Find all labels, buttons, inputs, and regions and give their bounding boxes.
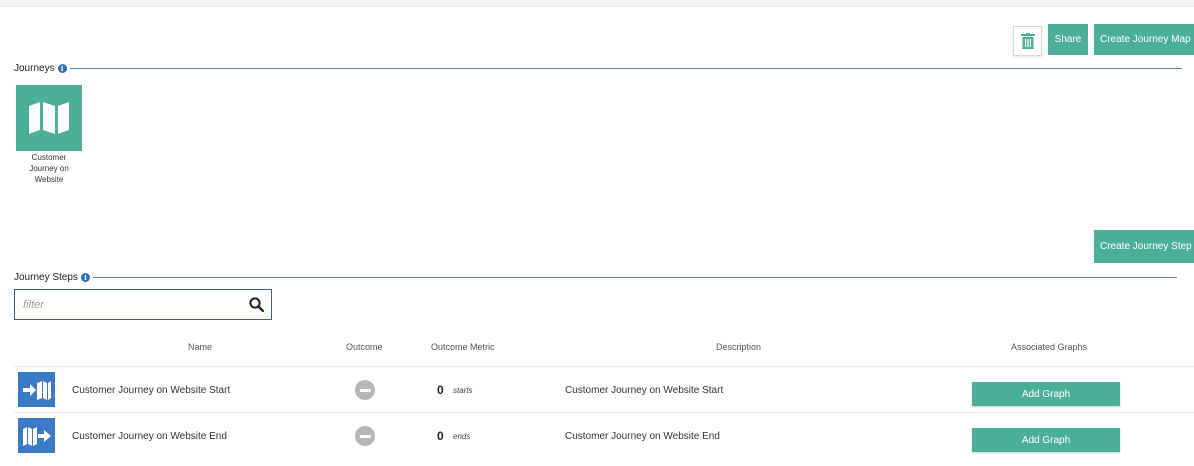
section-divider: [69, 68, 1182, 69]
outcome-neutral-icon[interactable]: [355, 426, 375, 446]
journey-end-icon: [22, 426, 51, 446]
search-icon[interactable]: [249, 297, 264, 312]
outcome-neutral-icon[interactable]: [355, 380, 375, 400]
step-description: Customer Journey on Website End: [565, 431, 720, 442]
column-header-outcome-metric[interactable]: Outcome Metric: [431, 342, 495, 352]
filter-input[interactable]: [23, 298, 243, 311]
step-description: Customer Journey on Website Start: [565, 385, 724, 396]
info-icon[interactable]: i: [80, 273, 90, 282]
create-journey-map-button[interactable]: Create Journey Map: [1094, 24, 1194, 55]
metric-unit: ends: [453, 432, 471, 441]
journeys-section-label: Journeys: [14, 63, 55, 74]
table-row[interactable]: Customer Journey on Website End 0 ends C…: [14, 412, 1194, 458]
info-icon[interactable]: i: [57, 64, 67, 73]
journey-steps-section-label: Journey Steps: [14, 272, 78, 283]
trash-icon: [1020, 33, 1035, 49]
top-bar: [0, 0, 1194, 7]
journeys-section-header: Journeys i: [14, 63, 1182, 74]
add-graph-button[interactable]: Add Graph: [972, 382, 1120, 406]
metric-value: 0: [437, 429, 444, 443]
map-icon: [29, 102, 69, 134]
delete-button[interactable]: [1013, 26, 1042, 56]
share-button[interactable]: Share: [1048, 24, 1088, 55]
journey-step-icon: [18, 372, 55, 407]
journey-step-icon: [18, 418, 55, 453]
add-graph-button[interactable]: Add Graph: [972, 428, 1120, 452]
filter-field: [14, 289, 272, 320]
step-name[interactable]: Customer Journey on Website End: [72, 431, 227, 442]
journey-tile-image: [16, 85, 82, 151]
column-header-name[interactable]: Name: [188, 342, 212, 352]
step-name[interactable]: Customer Journey on Website Start: [72, 385, 230, 396]
section-divider: [92, 277, 1177, 278]
column-header-associated-graphs[interactable]: Associated Graphs: [1011, 342, 1087, 352]
journey-start-icon: [22, 380, 51, 400]
create-journey-step-button[interactable]: Create Journey Step: [1094, 230, 1194, 263]
metric-value: 0: [437, 383, 444, 397]
column-header-outcome[interactable]: Outcome: [346, 342, 383, 352]
table-row[interactable]: Customer Journey on Website Start 0 star…: [14, 366, 1194, 412]
journey-tile[interactable]: Customer Journey on Website: [16, 85, 82, 185]
metric-unit: starts: [453, 386, 473, 395]
column-header-description[interactable]: Description: [716, 342, 761, 352]
journey-tile-label: Customer Journey on Website: [29, 153, 69, 184]
journey-steps-section-header: Journey Steps i: [14, 272, 1177, 283]
